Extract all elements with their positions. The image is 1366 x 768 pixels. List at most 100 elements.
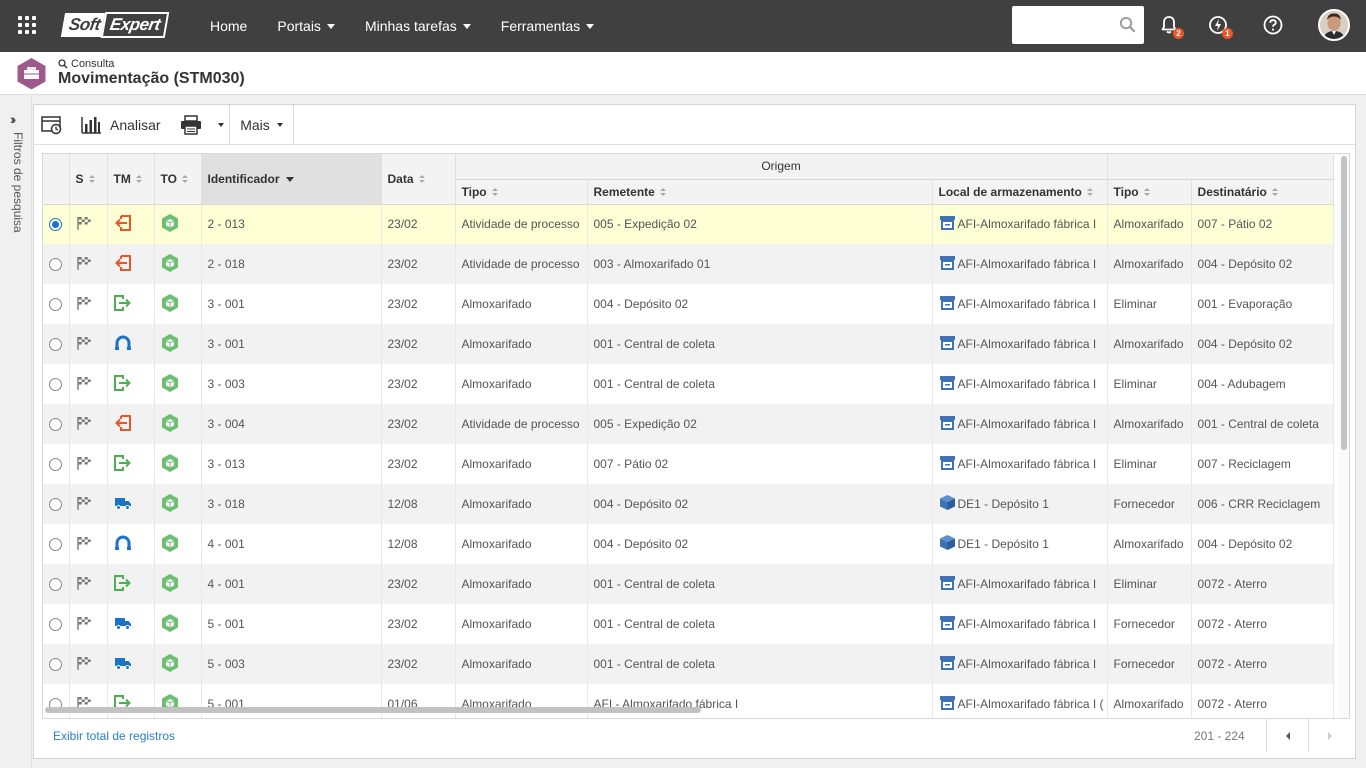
column-header-tm[interactable]: TM	[107, 154, 155, 205]
cell-date: 23/02	[381, 204, 456, 244]
checkered-flag-icon	[76, 536, 92, 553]
horizontal-scroll-thumb[interactable]	[45, 707, 701, 713]
cell-select[interactable]	[43, 524, 70, 564]
cell-date: 23/02	[381, 284, 456, 324]
cell-date: 23/02	[381, 244, 456, 284]
column-header-storage[interactable]: Local de armazenamento	[932, 179, 1108, 205]
row-select-radio[interactable]	[49, 338, 62, 352]
cell-recipient: 004 - Depósito 02	[1191, 524, 1334, 564]
table-row[interactable]: 3 - 004 23/02 Atividade de processo 005 - E…	[43, 404, 1334, 444]
row-select-radio[interactable]	[49, 258, 62, 272]
table-row[interactable]: 4 - 001 12/08 Almoxarifado 004 - Depósito 0…	[43, 524, 1334, 564]
print-button[interactable]	[172, 105, 230, 144]
task-clock-icon[interactable]: 1	[1207, 14, 1233, 39]
row-select-radio[interactable]	[49, 538, 62, 552]
cell-identifier: 3 - 004	[201, 404, 382, 444]
sender-value: 004 - Depósito 02	[593, 537, 689, 551]
column-header-s[interactable]: S	[69, 154, 108, 205]
sort-icon	[659, 187, 667, 197]
row-select-radio[interactable]	[49, 298, 62, 312]
table-row[interactable]: 5 - 001 23/02 Almoxarifado 001 - Central de…	[43, 604, 1334, 644]
search-filters-panel[interactable]: ›› Filtros de pesquisa	[0, 96, 32, 768]
cell-sender: 001 - Central de coleta	[587, 364, 933, 404]
row-select-radio[interactable]	[49, 418, 62, 432]
row-select-radio[interactable]	[49, 658, 62, 672]
sort-icon	[491, 187, 499, 197]
next-page-button[interactable]	[1308, 719, 1350, 752]
origin-type-value: Almoxarifado	[461, 617, 532, 631]
table-row[interactable]: 3 - 001 23/02 Almoxarifado 001 - Central de…	[43, 324, 1334, 364]
analyze-button[interactable]: Analisar	[70, 105, 172, 144]
user-avatar[interactable]	[1318, 9, 1350, 41]
table-row[interactable]: 3 - 013 23/02 Almoxarifado 007 - Pátio 02 AF…	[43, 444, 1334, 484]
row-select-radio[interactable]	[49, 458, 62, 472]
vertical-scroll-thumb[interactable]	[1341, 156, 1347, 450]
cell-recipient: 001 - Evaporação	[1191, 284, 1334, 324]
previous-page-button[interactable]	[1266, 719, 1308, 752]
more-button[interactable]: Mais	[230, 105, 294, 144]
view-history-button[interactable]	[34, 105, 70, 144]
storage-value: AFI-Almoxarifado fábrica I	[957, 297, 1097, 311]
identifier-value: 4 - 001	[207, 577, 245, 591]
row-select-radio[interactable]	[49, 618, 62, 632]
column-header-identifier[interactable]: Identificador	[201, 154, 382, 205]
print-dropdown-caret-icon[interactable]	[218, 122, 224, 127]
row-select-radio[interactable]	[49, 378, 62, 392]
cell-operation-type	[154, 204, 202, 244]
main-panel: Analisar Mais S TM TO Identificador Data…	[33, 104, 1356, 759]
search-icon	[58, 59, 68, 69]
column-header-sender[interactable]: Remetente	[587, 179, 933, 205]
cell-select[interactable]	[43, 404, 70, 444]
expand-chevrons-icon[interactable]: ››	[10, 111, 17, 127]
global-search-input[interactable]	[1020, 6, 1120, 42]
nav-item-portais[interactable]: Portais	[277, 18, 335, 34]
cell-select[interactable]	[43, 644, 70, 684]
archive-icon	[939, 615, 958, 634]
column-header-to[interactable]: TO	[154, 154, 202, 205]
softexpert-logo[interactable]: Soft Expert	[60, 12, 170, 38]
nav-item-minhas-tarefas[interactable]: Minhas tarefas	[365, 18, 471, 34]
cell-identifier: 3 - 001	[201, 284, 382, 324]
date-value: 23/02	[387, 377, 418, 391]
search-icon[interactable]	[1119, 16, 1136, 33]
hexagon-box-icon	[161, 413, 179, 436]
cell-select[interactable]	[43, 484, 70, 524]
table-row[interactable]: 3 - 001 23/02 Almoxarifado 004 - Depósito 0…	[43, 284, 1334, 324]
vertical-scrollbar[interactable]	[1339, 154, 1349, 718]
column-header-date[interactable]: Data	[381, 154, 456, 205]
table-row[interactable]: 5 - 003 23/02 Almoxarifado 001 - Central de…	[43, 644, 1334, 684]
cell-select[interactable]	[43, 444, 70, 484]
column-header-recipient[interactable]: Destinatário	[1191, 179, 1334, 205]
table-row[interactable]: 2 - 018 23/02 Atividade de processo 003 - A…	[43, 244, 1334, 284]
table-row[interactable]: 3 - 003 23/02 Almoxarifado 001 - Central de…	[43, 364, 1334, 404]
identifier-value: 3 - 003	[207, 377, 245, 391]
notifications-bell-icon[interactable]: 2	[1158, 14, 1184, 39]
cell-movement-type	[107, 444, 155, 484]
apps-grid-icon[interactable]	[18, 16, 36, 34]
nav-item-ferramentas[interactable]: Ferramentas	[501, 18, 595, 34]
cell-select[interactable]	[43, 284, 70, 324]
cell-storage: AFI-Almoxarifado fábrica I	[932, 284, 1108, 324]
table-row[interactable]: 4 - 001 23/02 Almoxarifado 001 - Central de…	[43, 564, 1334, 604]
column-header-origin-type[interactable]: Tipo	[455, 179, 588, 205]
help-icon[interactable]	[1262, 14, 1284, 36]
cell-select[interactable]	[43, 564, 70, 604]
cell-recipient: 0072 - Aterro	[1191, 604, 1334, 644]
column-header-dest-type[interactable]: Tipo	[1107, 179, 1192, 205]
cell-select[interactable]	[43, 364, 70, 404]
cell-select[interactable]	[43, 244, 70, 284]
cell-operation-type	[154, 644, 202, 684]
hexagon-box-icon	[161, 253, 179, 276]
table-row[interactable]: 2 - 013 23/02 Atividade de processo 005 - E…	[43, 204, 1334, 244]
cell-select[interactable]	[43, 204, 70, 244]
cell-select[interactable]	[43, 604, 70, 644]
horizontal-scrollbar[interactable]	[43, 706, 1341, 714]
row-select-radio[interactable]	[49, 218, 62, 232]
table-row[interactable]: 3 - 018 12/08 Almoxarifado 004 - Depósito 0…	[43, 484, 1334, 524]
page-title: Movimentação (STM030)	[58, 70, 245, 87]
row-select-radio[interactable]	[49, 498, 62, 512]
nav-item-home[interactable]: Home	[210, 18, 247, 34]
row-select-radio[interactable]	[49, 578, 62, 592]
cell-select[interactable]	[43, 324, 70, 364]
show-total-records-link[interactable]: Exibir total de registros	[53, 729, 175, 743]
